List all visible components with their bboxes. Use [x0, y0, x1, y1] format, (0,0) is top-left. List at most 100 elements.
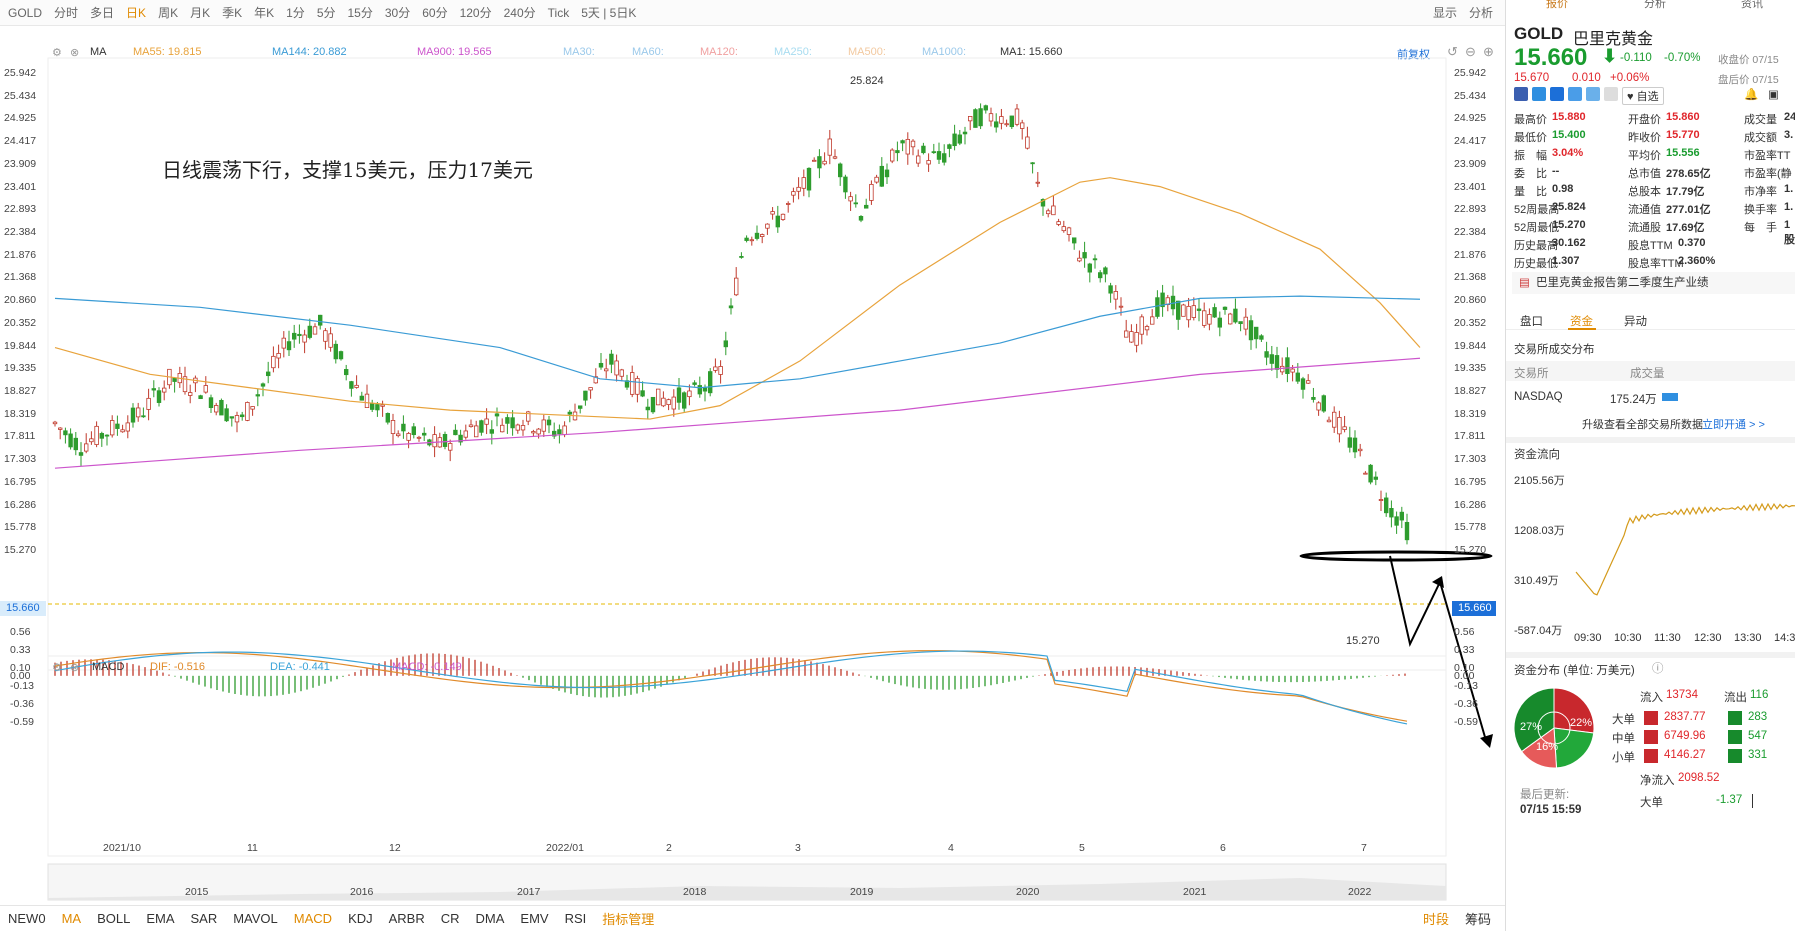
period-button[interactable]: 时段: [1423, 909, 1449, 928]
candle-body: [1087, 263, 1092, 273]
candle-body: [1389, 508, 1394, 518]
indicator-emv[interactable]: EMV: [520, 911, 548, 926]
candle-body: [115, 423, 120, 429]
watchlist-button[interactable]: ♥ 自选: [1622, 87, 1664, 105]
toolbar-item[interactable]: 年K: [254, 4, 274, 21]
tab-analysis[interactable]: 分析: [1644, 0, 1666, 11]
toolbar-item[interactable]: 30分: [385, 4, 410, 21]
chart-area[interactable]: ⚙ ⊗ MA MA55: 19.815 MA144: 20.882 MA900:…: [0, 26, 1505, 906]
candle-body: [1144, 326, 1150, 331]
candle-body: [988, 113, 994, 122]
toolbar-item[interactable]: 显示: [1433, 4, 1457, 21]
candle-body: [151, 388, 156, 391]
flow-time: 14:30: [1774, 632, 1795, 644]
toolbar-item[interactable]: 120分: [460, 4, 492, 21]
candle-body: [328, 333, 333, 348]
us-flag-icon[interactable]: [1514, 87, 1528, 101]
toolbar-item[interactable]: 1分: [286, 4, 305, 21]
candle-body: [994, 121, 999, 128]
chat-icon[interactable]: [1586, 87, 1600, 101]
candle-body: [614, 360, 619, 376]
price-gridlines: [47, 57, 1447, 901]
tab-capital[interactable]: 资金: [1570, 313, 1593, 329]
close-icon[interactable]: ⊗: [70, 661, 79, 674]
candle-body: [484, 418, 489, 425]
s-badge-icon[interactable]: [1550, 87, 1564, 101]
indicator-ma[interactable]: MA: [62, 911, 82, 926]
dollar-icon[interactable]: [1568, 87, 1582, 101]
candle-body: [302, 334, 307, 343]
indicator-arbr[interactable]: ARBR: [389, 911, 425, 926]
candle-body: [1321, 395, 1326, 412]
toolbar-item[interactable]: 60分: [422, 4, 447, 21]
candle-body: [1342, 426, 1347, 430]
tab-movement[interactable]: 异动: [1624, 313, 1647, 329]
note-icon[interactable]: [1604, 87, 1618, 101]
candle-body: [858, 215, 864, 221]
candle-body: [1274, 355, 1280, 370]
indicator-mavol[interactable]: MAVOL: [233, 911, 278, 926]
candle-body: [1134, 332, 1139, 346]
toolbar-item[interactable]: 分时: [54, 4, 78, 21]
candle-body: [1082, 252, 1087, 259]
toolbar-item[interactable]: GOLD: [8, 6, 42, 20]
indicator-new0[interactable]: NEW0: [8, 911, 46, 926]
tab-quote[interactable]: 报价: [1546, 0, 1568, 11]
indicator-manage[interactable]: 指标管理: [602, 909, 654, 928]
candle-body: [1248, 320, 1254, 341]
indicator-boll[interactable]: BOLL: [97, 911, 130, 926]
candle-body: [983, 105, 988, 111]
toolbar-item[interactable]: 日K: [126, 4, 146, 21]
candle-body: [1025, 136, 1030, 149]
macd-label[interactable]: MACD: [92, 661, 124, 673]
tab-news[interactable]: 资讯: [1741, 0, 1763, 11]
divider: [1506, 652, 1795, 658]
indicator-sar[interactable]: SAR: [190, 911, 217, 926]
stat-value: 1.: [1784, 183, 1794, 195]
toolbar-item[interactable]: 5分: [317, 4, 336, 21]
candle-body: [598, 362, 604, 368]
toolbar-item[interactable]: 分析: [1469, 4, 1493, 21]
tab-orderbook[interactable]: 盘口: [1520, 313, 1543, 329]
gear-icon[interactable]: ⚙: [52, 661, 62, 674]
candle-body: [916, 155, 921, 164]
toolbar-item[interactable]: Tick: [548, 6, 570, 20]
price-tick-right: 19.335: [1454, 362, 1487, 375]
price-tick-left: 17.303: [4, 453, 37, 466]
toolbar-item[interactable]: 15分: [348, 4, 373, 21]
candle-body: [671, 396, 676, 410]
toolbar-item[interactable]: 月K: [190, 4, 210, 21]
indicator-macd[interactable]: MACD: [294, 911, 332, 926]
pie-label: 22%: [1570, 717, 1592, 729]
news-banner[interactable]: ▤ 巴里克黄金报告第二季度生产业绩: [1512, 272, 1795, 294]
indicator-rsi[interactable]: RSI: [565, 911, 587, 926]
volume-col: 成交量: [1630, 368, 1665, 380]
pie-label: 27%: [1520, 721, 1542, 733]
upgrade-link[interactable]: 立即开通 > >: [1702, 416, 1765, 432]
date-tick: 12: [389, 842, 401, 854]
info-icon[interactable]: ⓘ: [1652, 660, 1664, 676]
indicator-dma[interactable]: DMA: [476, 911, 505, 926]
flow-time: 10:30: [1614, 632, 1642, 644]
price-tick-right: 18.827: [1454, 385, 1487, 397]
stat-value: 1.307: [1552, 255, 1580, 267]
inflow-label: 流入: [1640, 692, 1663, 704]
toolbar-item[interactable]: 季K: [222, 4, 242, 21]
toolbar-item[interactable]: 周K: [158, 4, 178, 21]
indicator-cr[interactable]: CR: [441, 911, 460, 926]
toolbar-item[interactable]: 5天 | 5日K: [581, 4, 636, 21]
toolbar-item[interactable]: 240分: [504, 4, 536, 21]
price-tick-left: 23.401: [4, 180, 37, 193]
price-tick-right: 17.303: [1454, 453, 1487, 466]
candle-body: [728, 305, 734, 309]
share-icon[interactable]: ▣: [1768, 87, 1779, 101]
indicator-kdj[interactable]: KDJ: [348, 911, 373, 926]
candle-body: [827, 138, 832, 156]
bell-icon[interactable]: 🔔: [1744, 87, 1758, 101]
indicator-ema[interactable]: EMA: [146, 911, 174, 926]
dist-row-label: 大单: [1612, 714, 1635, 726]
toolbar-item[interactable]: 多日: [90, 4, 114, 21]
flash-icon[interactable]: [1532, 87, 1546, 101]
chips-button[interactable]: 筹码: [1465, 909, 1491, 928]
candle-body: [406, 433, 411, 441]
